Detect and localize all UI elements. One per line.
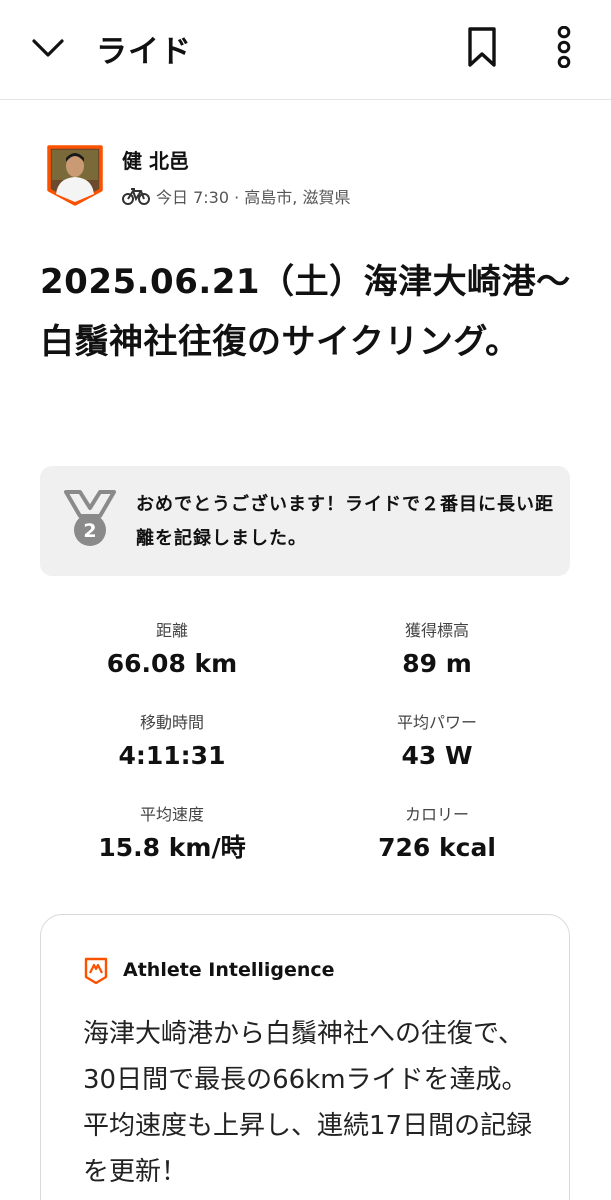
medal-2-icon: 2 bbox=[62, 488, 118, 552]
athlete-intelligence-title: Athlete Intelligence bbox=[123, 959, 335, 981]
bike-icon bbox=[122, 188, 150, 205]
athlete-intelligence-icon bbox=[83, 957, 109, 985]
stat-value: 89 m bbox=[402, 649, 472, 678]
stat-value: 66.08 km bbox=[106, 649, 238, 678]
athlete-intelligence-summary: 海津大崎港から白鬚神社への往復で、30日間で最長の66kmライドを達成。平均速度… bbox=[83, 1019, 533, 1187]
stat-moving-time: 移動時間 4:11:31 bbox=[42, 710, 302, 772]
stat-value: 726 kcal bbox=[378, 833, 496, 862]
svg-text:2: 2 bbox=[83, 520, 96, 542]
stat-label: 距離 bbox=[155, 621, 188, 640]
athlete-name[interactable]: 健 北邑 bbox=[122, 145, 189, 174]
stat-value: 4:11:31 bbox=[118, 741, 226, 770]
stat-average-speed: 平均速度 15.8 km/時 bbox=[42, 802, 302, 864]
chevron-down-icon[interactable] bbox=[28, 28, 68, 68]
stat-distance: 距離 66.08 km bbox=[42, 618, 302, 680]
top-bar: ライド bbox=[0, 0, 611, 100]
stat-label: 移動時間 bbox=[139, 713, 204, 732]
page-title: ライド bbox=[96, 34, 192, 70]
stat-average-power: 平均パワー 43 W bbox=[307, 710, 567, 772]
activity-title: 2025.06.21（土）海津大崎港〜白鬚神社往復のサイクリング。 bbox=[40, 262, 571, 362]
stat-label: カロリー bbox=[404, 805, 469, 824]
stat-calories: カロリー 726 kcal bbox=[307, 802, 567, 864]
stat-value: 15.8 km/時 bbox=[98, 833, 246, 862]
more-vertical-icon[interactable] bbox=[548, 24, 580, 70]
achievement-banner[interactable]: 2 おめでとうございます！ライドで２番目に長い距離を記録しました。 bbox=[40, 466, 570, 576]
activity-date-location: 今日 7:30 · 高島市, 滋賀県 bbox=[156, 188, 351, 207]
achievement-text: おめでとうございます！ライドで２番目に長い距離を記録しました。 bbox=[136, 494, 554, 549]
bookmark-icon[interactable] bbox=[462, 24, 502, 70]
stat-elevation-gain: 獲得標高 89 m bbox=[307, 618, 567, 680]
activity-meta: 今日 7:30 · 高島市, 滋賀県 bbox=[122, 184, 350, 208]
stat-value: 43 W bbox=[401, 741, 473, 770]
avatar[interactable] bbox=[46, 144, 104, 206]
stat-label: 平均パワー bbox=[396, 713, 477, 732]
athlete-intelligence-card[interactable]: Athlete Intelligence 海津大崎港から白鬚神社への往復で、30… bbox=[40, 914, 570, 1200]
stat-label: 獲得標高 bbox=[404, 621, 469, 640]
stat-label: 平均速度 bbox=[139, 805, 204, 824]
